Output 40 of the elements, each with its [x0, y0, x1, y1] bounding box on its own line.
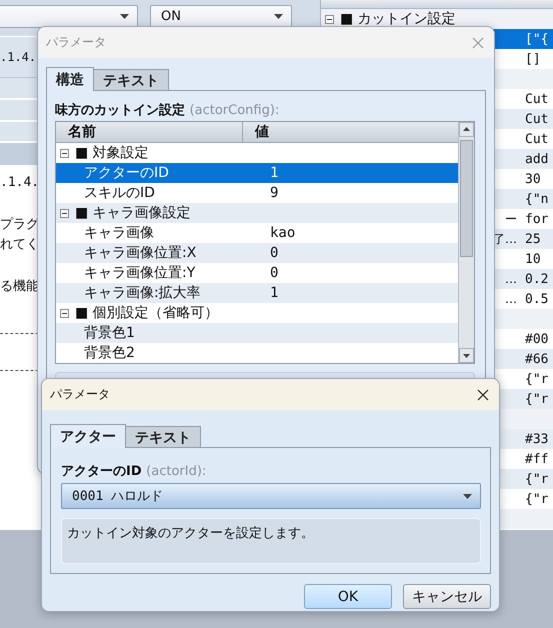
tab[interactable]: アクター: [50, 424, 126, 448]
tree-row[interactable]: キャラ画像位置:X 0: [56, 243, 458, 263]
collapse-icon[interactable]: [60, 308, 69, 318]
caret-icon: [274, 14, 283, 19]
window-title: パラメータ: [46, 34, 106, 51]
collapse-icon[interactable]: [60, 148, 69, 158]
tree-row[interactable]: 背景色2: [56, 343, 458, 363]
field-label: アクターのID (actorId):: [61, 463, 208, 480]
tree-row[interactable]: スキルのID 9: [56, 183, 458, 203]
dropdown[interactable]: ON: [150, 5, 292, 28]
tree-row[interactable]: キャラ画像:拡大率 1: [56, 283, 458, 303]
tree-row[interactable]: キャラ画像位置:Y 0: [56, 263, 458, 283]
tree-row[interactable]: アクターのID 1: [56, 163, 458, 183]
collapse-icon[interactable]: [325, 14, 334, 24]
tab[interactable]: テキスト: [125, 426, 201, 448]
collapse-icon[interactable]: [60, 208, 69, 218]
scroll-up-icon[interactable]: [459, 122, 474, 137]
tab[interactable]: 構造: [46, 67, 94, 91]
tree-row[interactable]: キャラ画像 kao: [56, 223, 458, 243]
help-text: .1.4.: [0, 174, 40, 192]
dialog-button[interactable]: キャンセル: [403, 584, 491, 609]
window-title: パラメータ: [50, 386, 110, 403]
caret-icon: [120, 14, 129, 19]
tree-row[interactable]: ■ キャラ画像設定: [56, 203, 458, 223]
help-text: れてく: [0, 236, 39, 254]
caret-icon: [463, 494, 472, 498]
version-text: .1.4.: [0, 50, 36, 64]
tree-row[interactable]: ■ 対象設定: [56, 143, 458, 163]
tree-row[interactable]: ■ 個別設定（省略可）: [56, 303, 458, 323]
dialog-button[interactable]: OK: [304, 584, 392, 609]
actor-dropdown[interactable]: 0001 ハロルド: [61, 483, 481, 509]
scrollbar[interactable]: [458, 122, 474, 363]
description-text: カットイン対象のアクターを設定します。: [61, 518, 481, 564]
tab[interactable]: テキスト: [93, 69, 169, 91]
close-icon[interactable]: [477, 388, 489, 400]
field-label: 味方のカットイン設定 (actorConfig):: [55, 102, 280, 119]
tree-row[interactable]: 背景色1: [56, 323, 458, 343]
column-header[interactable]: 値: [243, 122, 269, 142]
scroll-down-icon[interactable]: [459, 348, 474, 363]
column-header[interactable]: 名前: [56, 122, 243, 142]
